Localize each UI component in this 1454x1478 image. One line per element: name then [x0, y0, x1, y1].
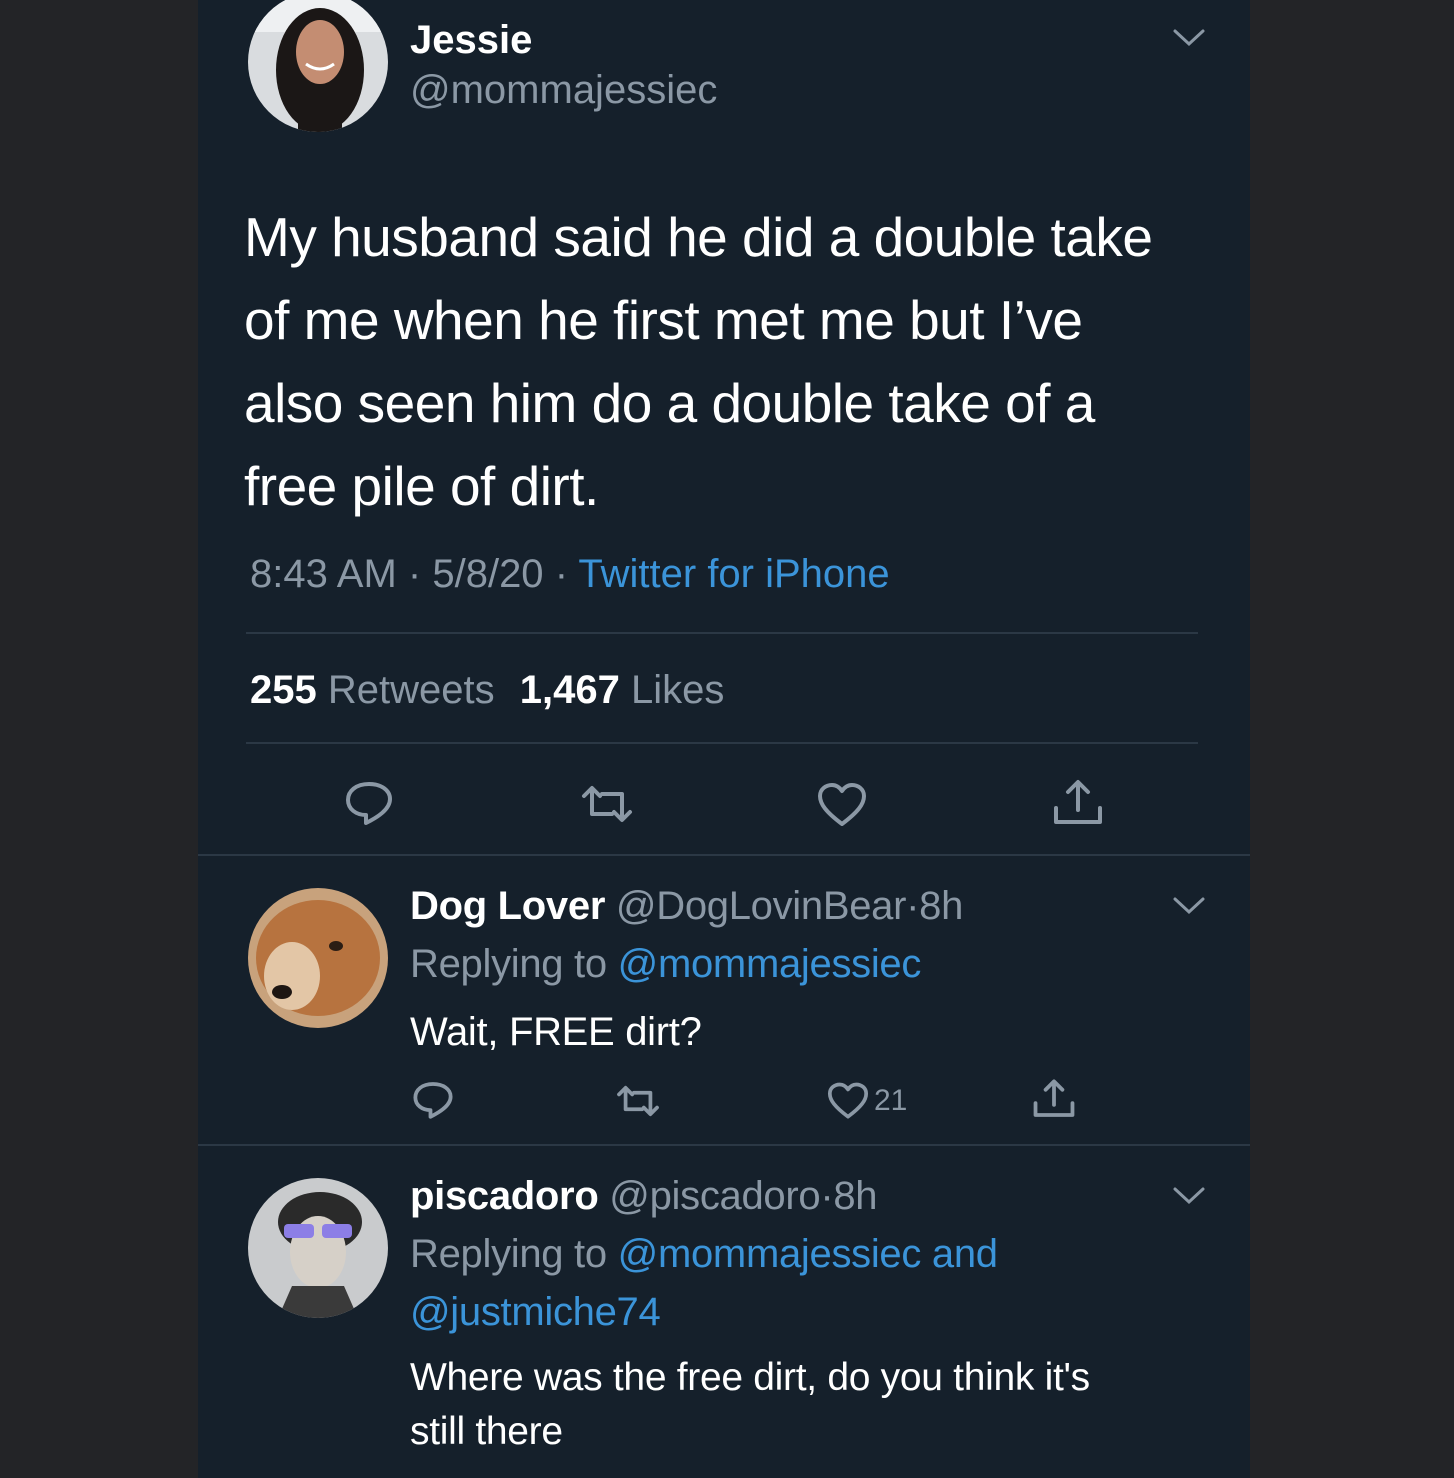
- chevron-down-icon[interactable]: [1172, 28, 1206, 48]
- replying-to: Replying to @mommajessiec: [410, 942, 921, 987]
- like-count: 21: [874, 1084, 908, 1117]
- retweets-label: Retweets: [327, 668, 495, 712]
- likes-count: 1,467: [519, 668, 620, 712]
- reply-text-line: Where was the free dirt, do you think it…: [410, 1356, 1090, 1399]
- reply-header: piscadoro @piscadoro·8h: [410, 1174, 878, 1219]
- chevron-down-icon[interactable]: [1172, 1186, 1206, 1206]
- like-icon[interactable]: [816, 782, 868, 828]
- share-icon[interactable]: [1032, 1078, 1076, 1120]
- reply-author-name[interactable]: Dog Lover: [410, 884, 605, 928]
- tweet-text-line: also seen him do a double take of a: [244, 372, 1095, 434]
- reply-author-handle[interactable]: @piscadoro: [609, 1174, 820, 1218]
- reply-age: 8h: [919, 884, 964, 928]
- retweet-icon[interactable]: [614, 1084, 662, 1118]
- tweet-meta: 8:43 AM · 5/8/20 · Twitter for iPhone: [250, 552, 890, 597]
- tweet-author-name[interactable]: Jessie: [410, 18, 532, 63]
- tweet-author-handle[interactable]: @mommajessiec: [410, 68, 717, 113]
- reply-author-name[interactable]: piscadoro: [410, 1174, 599, 1218]
- chevron-down-icon[interactable]: [1172, 896, 1206, 916]
- retweets-count: 255: [250, 668, 317, 712]
- replying-to-link[interactable]: @justmiche74: [410, 1290, 661, 1335]
- meta-separator: ·: [906, 884, 920, 928]
- divider: [246, 632, 1198, 634]
- tweet-source-link[interactable]: Twitter for iPhone: [578, 552, 889, 596]
- tweet-stats: 255 Retweets 1,467 Likes: [250, 668, 724, 713]
- tweet-date[interactable]: 5/8/20: [432, 552, 543, 596]
- likes-stat[interactable]: 1,467 Likes: [520, 668, 725, 712]
- replying-to-link[interactable]: @mommajessiec: [618, 942, 922, 986]
- replying-to: Replying to @mommajessiec and: [410, 1232, 998, 1277]
- divider: [198, 854, 1250, 856]
- replying-to-label: Replying to: [410, 942, 607, 986]
- divider: [198, 1144, 1250, 1146]
- share-icon[interactable]: [1052, 778, 1104, 828]
- replying-to-label: Replying to: [410, 1232, 607, 1276]
- replying-to-link[interactable]: @mommajessiec and: [618, 1232, 998, 1276]
- meta-separator: ·: [820, 1174, 834, 1218]
- dog-lover-avatar[interactable]: [248, 888, 388, 1028]
- tweet-text-line: My husband said he did a double take: [244, 206, 1153, 268]
- tweet-text-line: free pile of dirt.: [244, 455, 599, 517]
- retweets-stat[interactable]: 255 Retweets: [250, 668, 506, 712]
- tweet-text-line: of me when he first met me but I’ve: [244, 289, 1083, 351]
- tweet-time: 8:43 AM: [250, 552, 397, 596]
- divider: [246, 742, 1198, 744]
- meta-separator: ·: [554, 552, 569, 596]
- tweet-text: My husband said he did a double take of …: [244, 196, 1153, 528]
- reply-text-line: still there: [410, 1410, 563, 1453]
- reply-text: Wait, FREE dirt?: [410, 1010, 702, 1054]
- reply-age: 8h: [833, 1174, 878, 1218]
- reply-author-handle[interactable]: @DogLovinBear: [616, 884, 907, 928]
- meta-separator: ·: [407, 552, 422, 596]
- piscadoro-avatar[interactable]: [248, 1178, 388, 1318]
- reply-icon[interactable]: [344, 780, 394, 826]
- retweet-icon[interactable]: [578, 784, 636, 824]
- reply-icon[interactable]: [412, 1080, 454, 1120]
- likes-label: Likes: [630, 668, 725, 712]
- reply-header: Dog Lover @DogLovinBear·8h: [410, 884, 963, 929]
- like-icon[interactable]: [826, 1082, 870, 1120]
